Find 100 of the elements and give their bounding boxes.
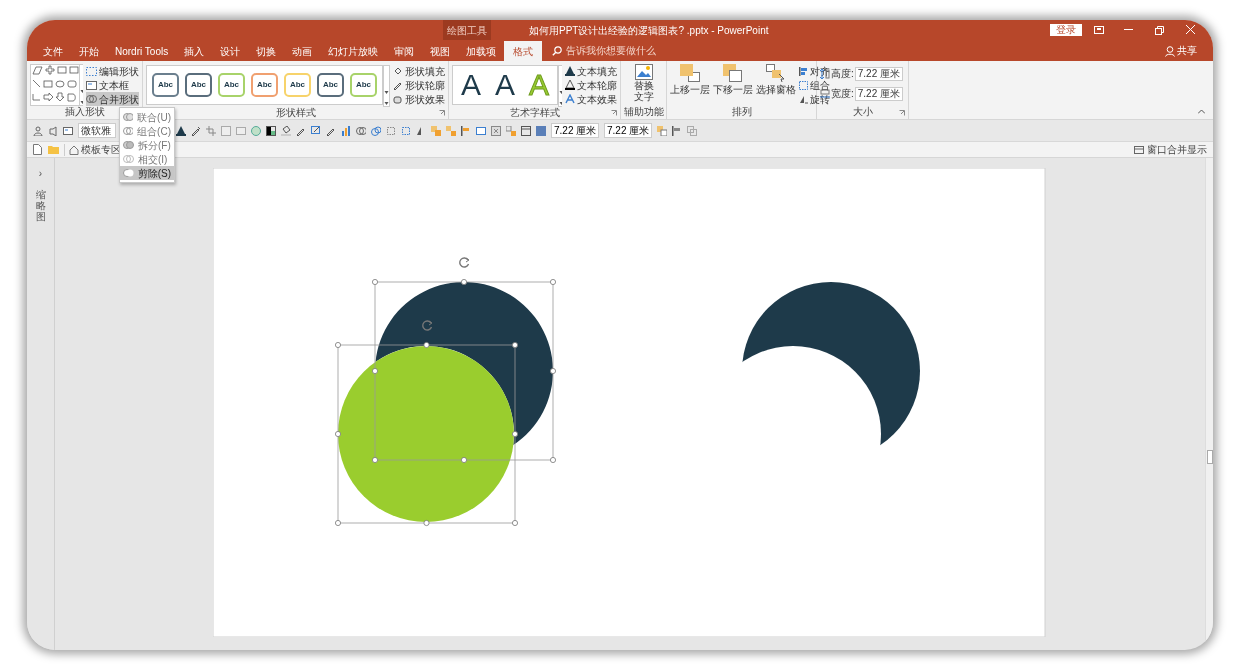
- size-field[interactable]: 7.22 厘米: [551, 123, 599, 138]
- ribbon-tab[interactable]: 插入: [176, 41, 213, 61]
- size-icon[interactable]: [536, 125, 546, 136]
- rotate-handle-icon[interactable]: [459, 257, 470, 268]
- text-box-icon[interactable]: [63, 125, 73, 136]
- align-icon[interactable]: [672, 125, 682, 136]
- style-preset[interactable]: Abc: [218, 73, 245, 97]
- tell-me-field[interactable]: 告诉我你想要做什么: [566, 43, 657, 58]
- expand-pane-chevron[interactable]: ›: [38, 166, 43, 181]
- bar-chart-icon[interactable]: [341, 125, 351, 136]
- ribbon-tab[interactable]: 加载项: [458, 41, 505, 61]
- shapes-gallery[interactable]: [30, 64, 79, 106]
- group-label: 排列: [731, 106, 752, 119]
- text-color-icon[interactable]: [176, 125, 186, 136]
- ribbon-tab[interactable]: 文件: [35, 41, 71, 61]
- dialog-launcher-icon[interactable]: [439, 110, 445, 116]
- merge-shapes-icon[interactable]: [356, 125, 366, 136]
- ribbon-tab[interactable]: 格式: [504, 41, 543, 61]
- arrange-button[interactable]: 下移一层: [713, 64, 753, 97]
- ribbon-display-icon[interactable]: [1094, 26, 1104, 34]
- color-swatch-icon[interactable]: [266, 125, 276, 136]
- ribbon-tab[interactable]: 设计: [212, 41, 249, 61]
- style-preset[interactable]: Abc: [185, 73, 212, 97]
- dialog-launcher-icon[interactable]: [899, 110, 905, 116]
- group-label: 插入形状: [64, 106, 105, 119]
- speaker-icon[interactable]: [48, 125, 58, 136]
- merge-window-button[interactable]: 窗口合并显示: [1147, 142, 1207, 157]
- command-button[interactable]: 旋转: [799, 92, 830, 106]
- command-button[interactable]: 形状填充: [393, 64, 445, 78]
- ribbon-tab[interactable]: 幻灯片放映: [320, 41, 387, 61]
- rotate-handle-icon[interactable]: [422, 320, 433, 331]
- restore-icon[interactable]: [1155, 26, 1164, 35]
- circle-icon[interactable]: [251, 125, 261, 136]
- collapse-ribbon-icon[interactable]: [1198, 109, 1205, 114]
- gallery-scroll-icon[interactable]: [383, 65, 390, 107]
- menu-item[interactable]: 联合(U): [120, 110, 174, 124]
- layer-icon[interactable]: [506, 125, 516, 136]
- dashed-rect-icon: [86, 66, 97, 76]
- command-button[interactable]: 文本轮廓: [565, 78, 617, 92]
- text-outline-icon: [565, 80, 575, 90]
- align-icon[interactable]: [461, 125, 471, 136]
- group-icon[interactable]: [401, 125, 411, 136]
- alt-text-button[interactable]: 替换文字: [624, 64, 663, 102]
- outline-icon[interactable]: [311, 125, 321, 136]
- size-field[interactable]: 7.22 厘米: [854, 86, 903, 101]
- command-button[interactable]: 编辑形状: [86, 64, 139, 78]
- shapes-icon[interactable]: [371, 125, 381, 136]
- command-button[interactable]: 组合: [799, 78, 830, 92]
- menu-item[interactable]: 组合(C): [120, 124, 174, 138]
- menu-item[interactable]: 相交(I): [120, 152, 174, 166]
- command-button[interactable]: 形状轮廓: [393, 78, 445, 92]
- person-icon[interactable]: [33, 125, 43, 136]
- style-preset[interactable]: Abc: [350, 73, 377, 97]
- ribbon-tab[interactable]: Nordri Tools: [107, 41, 177, 61]
- menu-item[interactable]: 剪除(S): [120, 166, 174, 180]
- ribbon-tab[interactable]: 切换: [248, 41, 285, 61]
- size-field[interactable]: 7.22 厘米: [854, 66, 903, 81]
- ribbon-tab[interactable]: 动画: [284, 41, 321, 61]
- dialog-launcher-icon[interactable]: [611, 110, 617, 116]
- style-preset[interactable]: Abc: [251, 73, 278, 97]
- new-file-icon[interactable]: [33, 144, 42, 155]
- command-button[interactable]: 文本效果: [565, 92, 617, 106]
- layer-icon[interactable]: [657, 125, 667, 136]
- size-field[interactable]: 7.22 厘米: [604, 123, 652, 138]
- ribbon-tab[interactable]: 视图: [422, 41, 459, 61]
- wordart-preset[interactable]: A: [461, 70, 481, 100]
- command-button[interactable]: 文本框: [86, 78, 139, 92]
- wordart-preset[interactable]: A: [495, 70, 516, 100]
- ribbon-tab[interactable]: 审阅: [386, 41, 423, 61]
- align-icon: [799, 66, 808, 76]
- menu-item[interactable]: 拆分(F): [120, 138, 174, 152]
- crop-icon[interactable]: [206, 125, 216, 136]
- command-button[interactable]: 文本填充: [565, 64, 617, 78]
- command-button[interactable]: 合并形状: [86, 92, 139, 106]
- group-label: 辅助功能: [623, 106, 664, 119]
- arrange-button[interactable]: 上移一层: [670, 64, 710, 97]
- ribbon-tab[interactable]: 开始: [71, 41, 107, 61]
- gallery-scroll-icon[interactable]: [558, 65, 562, 107]
- style-preset[interactable]: Abc: [284, 73, 311, 97]
- clear-icon[interactable]: [491, 125, 501, 136]
- command-button[interactable]: 形状效果: [393, 92, 445, 106]
- share-button[interactable]: 共享: [1177, 43, 1197, 58]
- style-preset[interactable]: Abc: [317, 73, 344, 97]
- select-icon[interactable]: [386, 125, 396, 136]
- command-button[interactable]: 对齐: [799, 64, 830, 78]
- close-icon[interactable]: [1186, 25, 1195, 34]
- eyedropper-icon[interactable]: [191, 125, 201, 136]
- minimize-icon[interactable]: [1124, 29, 1133, 31]
- frame-icon[interactable]: [521, 125, 531, 136]
- bring-forward-icon: [680, 64, 700, 82]
- font-field[interactable]: 微软雅: [78, 123, 116, 138]
- merge-shapes-icon: [86, 94, 97, 104]
- template-zone-link[interactable]: 模板专区: [81, 142, 121, 157]
- field-label: 宽度:: [831, 87, 854, 101]
- login-button[interactable]: 登录: [1050, 24, 1082, 36]
- frame-icon[interactable]: [476, 125, 486, 136]
- arrange-button[interactable]: 选择窗格: [756, 64, 796, 97]
- union-icon: [123, 112, 134, 122]
- style-preset[interactable]: Abc: [152, 73, 179, 97]
- gallery-scroll-icon[interactable]: [78, 64, 83, 106]
